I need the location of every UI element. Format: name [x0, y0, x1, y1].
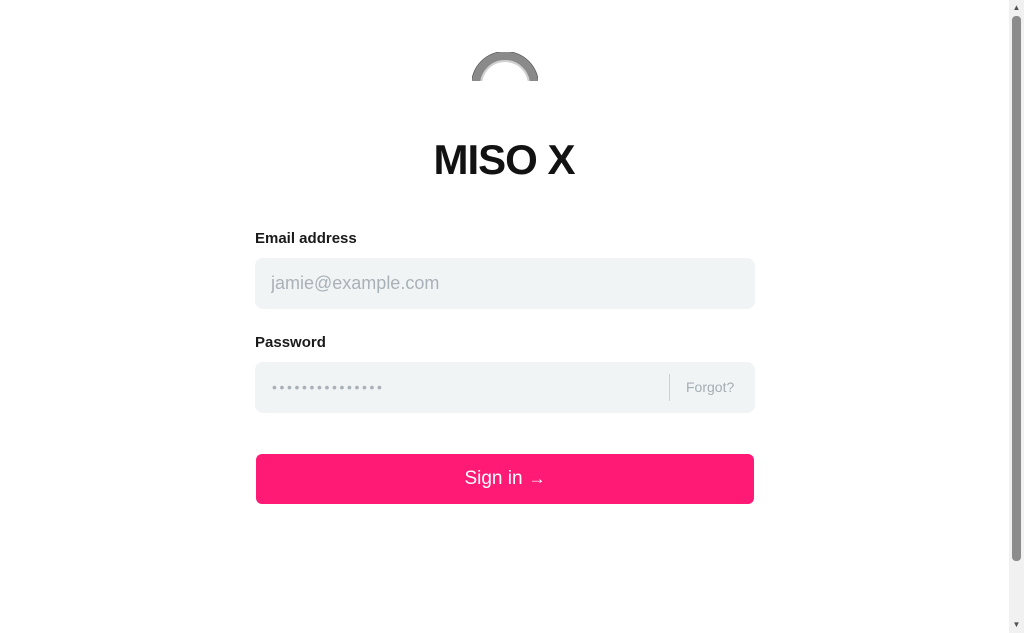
- email-field-container: [255, 258, 755, 309]
- password-divider: [669, 374, 670, 401]
- vertical-scrollbar[interactable]: ▲ ▼: [1009, 0, 1024, 633]
- email-label: Email address: [255, 230, 357, 247]
- sign-in-button[interactable]: Sign in →: [256, 454, 754, 504]
- email-field[interactable]: [255, 258, 755, 309]
- login-page: MISO X Email address Password ••••••••••…: [0, 0, 1024, 633]
- scroll-thumb[interactable]: [1012, 16, 1021, 561]
- password-field[interactable]: ••••••••••••••• Forgot?: [255, 362, 755, 413]
- forgot-password-link[interactable]: Forgot?: [686, 362, 734, 413]
- password-label: Password: [255, 334, 326, 351]
- brand-logo-icon: [472, 52, 538, 81]
- app-title: MISO X: [433, 136, 575, 183]
- scroll-down-icon[interactable]: ▼: [1009, 618, 1024, 632]
- arrow-right-icon: →: [528, 469, 546, 488]
- password-masked-value: •••••••••••••••: [272, 379, 385, 395]
- scroll-up-icon[interactable]: ▲: [1009, 1, 1024, 15]
- ring-logo-icon: [472, 52, 538, 81]
- sign-in-label: Sign in: [464, 468, 523, 489]
